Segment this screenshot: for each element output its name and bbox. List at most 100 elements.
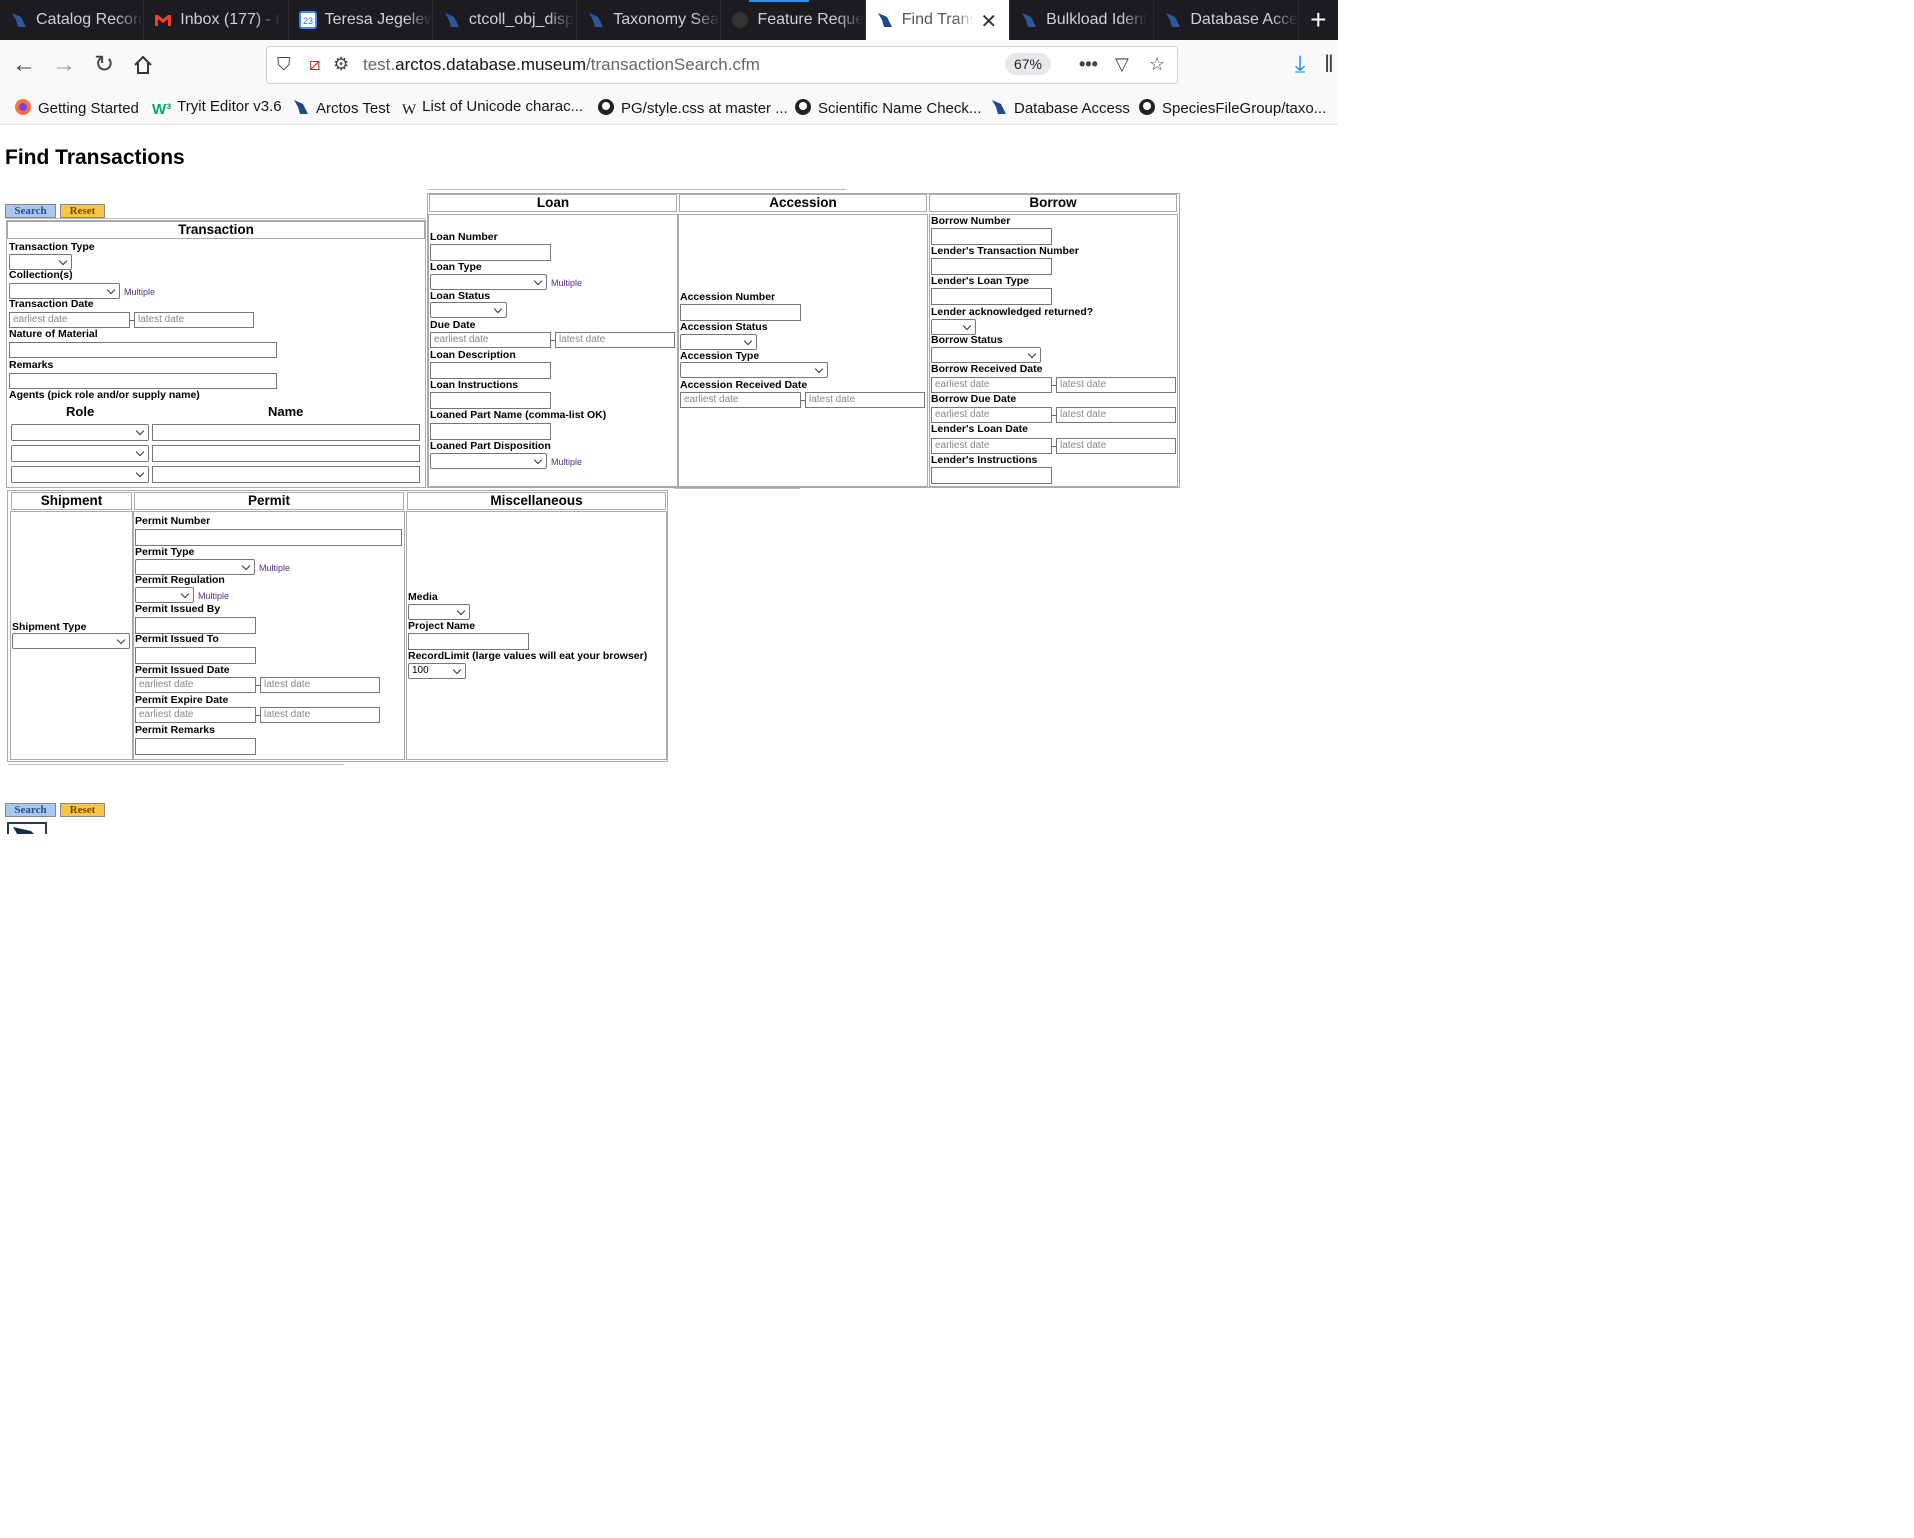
remarks-input[interactable] [9,373,277,389]
forward-button[interactable]: → [48,50,80,80]
bookmark-star-icon[interactable]: ☆ [1149,54,1165,75]
bookmark-getting-started[interactable]: Getting Started [14,98,139,117]
camera-blocked-icon[interactable]: ⧄ [309,54,320,75]
bookmark-tryit-editor[interactable]: W³ Tryit Editor v3.6 [152,98,282,119]
permit-issued-to-input[interactable] [135,647,256,664]
permit-regulation-multiple-link[interactable]: Multiple [198,591,229,601]
borrow-number-input[interactable] [931,228,1052,245]
permit-issued-by-input[interactable] [135,617,256,634]
tab-inbox[interactable]: Inbox (177) - t [144,0,289,40]
permit-type-multiple-link[interactable]: Multiple [259,563,290,573]
lender-transaction-number-input[interactable] [931,258,1052,275]
permit-expire-latest-input[interactable]: latest date [260,707,380,723]
permit-issued-latest-input[interactable]: latest date [260,677,380,693]
loaned-part-disposition-select[interactable] [430,453,547,469]
bookmark-pg-style[interactable]: PG/style.css at master ... [597,98,788,117]
github-icon [795,99,811,115]
lender-acknowledged-select[interactable] [931,319,976,335]
agent-name-input-3[interactable] [152,466,420,483]
bookmark-database-access[interactable]: Database Access [990,98,1130,117]
accession-status-select[interactable] [680,334,757,350]
borrow-due-latest-input[interactable]: latest date [1056,407,1176,423]
shield-icon[interactable]: ⛉ [277,54,291,75]
reset-button-top[interactable]: Reset [60,204,105,218]
bookmark-arctos-test[interactable]: Arctos Test [292,98,390,117]
tab-feature-request[interactable]: Feature Reque [721,0,866,40]
borrow-due-earliest-input[interactable]: earliest date [931,407,1052,423]
loan-instructions-input[interactable] [430,392,551,409]
loan-description-input[interactable] [430,362,551,379]
tab-calendar[interactable]: 23 Teresa Jegelew [289,0,433,40]
agent-role-select-1[interactable] [11,424,149,441]
borrow-received-latest-input[interactable]: latest date [1056,377,1176,393]
agent-role-select-2[interactable] [11,445,149,462]
media-select[interactable] [408,604,470,620]
more-actions-icon[interactable]: ••• [1079,54,1098,75]
lender-loan-type-input[interactable] [931,288,1052,305]
loan-status-select[interactable] [430,302,507,318]
search-button-bottom[interactable]: Search [5,803,56,817]
due-date-latest-input[interactable]: latest date [555,332,675,348]
project-name-input[interactable] [408,633,529,650]
transaction-type-select[interactable] [9,254,72,270]
address-bar[interactable]: ⛉ ⧄ ⚙ test.arctos.database.museum/transa… [266,46,1178,84]
pocket-icon[interactable]: ▽ [1115,54,1129,75]
permit-type-select[interactable] [135,559,255,575]
new-tab-button[interactable]: + [1299,0,1338,40]
reload-button[interactable]: ↻ [88,50,120,80]
borrow-header: Borrow [929,194,1177,212]
zoom-level-button[interactable]: 67% [1005,53,1051,75]
permit-remarks-input[interactable] [135,738,256,755]
borrow-status-select[interactable] [931,347,1041,363]
transaction-date-latest-input[interactable]: latest date [134,312,254,328]
accession-number-input[interactable] [680,304,801,321]
tab-ctcoll[interactable]: ctcoll_obj_disp [433,0,578,40]
search-button-top[interactable]: Search [5,204,56,218]
transaction-date-earliest-input[interactable]: earliest date [9,312,130,328]
arctos-logo-icon[interactable] [7,822,47,834]
downloads-button[interactable]: ⤓ [1284,50,1316,80]
bookmark-speciesfilegroup[interactable]: SpeciesFileGroup/taxo... [1138,98,1326,117]
url-text[interactable]: test.arctos.database.museum/transactionS… [363,55,760,75]
agent-name-input-2[interactable] [152,445,420,462]
collections-multiple-link[interactable]: Multiple [124,287,155,297]
permit-expire-earliest-input[interactable]: earliest date [135,707,256,723]
accession-received-latest-input[interactable]: latest date [805,392,925,408]
lender-loan-date-earliest-input[interactable]: earliest date [931,438,1052,454]
collections-select[interactable] [9,283,120,299]
loan-type-select[interactable] [430,274,547,290]
home-button[interactable] [127,50,159,80]
reset-button-bottom[interactable]: Reset [60,803,105,817]
shipment-type-select[interactable] [12,633,130,649]
permissions-icon[interactable]: ⚙ [333,54,349,75]
loaned-part-disposition-multiple-link[interactable]: Multiple [551,457,582,467]
tab-bulkload[interactable]: Bulkload Ident [1010,0,1155,40]
bookmark-scientific-name-check[interactable]: Scientific Name Check... [794,98,981,117]
accession-status-label: Accession Status [680,321,768,333]
record-limit-select[interactable]: 100 [408,663,466,679]
borrow-received-earliest-input[interactable]: earliest date [931,377,1052,393]
loan-number-input[interactable] [430,244,551,261]
lender-instructions-input[interactable] [931,467,1052,484]
lender-loan-date-latest-input[interactable]: latest date [1056,438,1176,454]
tab-taxonomy[interactable]: Taxonomy Sear [577,0,722,40]
agent-role-select-3[interactable] [11,466,149,483]
accession-type-select[interactable] [680,362,828,378]
bookmark-unicode-list[interactable]: W List of Unicode charac... [402,98,583,120]
loaned-part-name-input[interactable] [430,423,551,440]
loan-type-multiple-link[interactable]: Multiple [551,278,582,288]
github-icon [598,99,614,115]
tab-find-transactions[interactable]: Find Transa ✕ [865,0,1011,40]
tab-database-access[interactable]: Database Acce [1154,0,1299,40]
back-button[interactable]: ← [8,50,40,80]
library-button[interactable]: ‖ [1320,50,1338,80]
due-date-earliest-input[interactable]: earliest date [430,332,551,348]
agent-name-input-1[interactable] [152,424,420,441]
permit-number-input[interactable] [135,529,402,546]
nature-of-material-input[interactable] [9,342,277,358]
permit-issued-earliest-input[interactable]: earliest date [135,677,256,693]
permit-regulation-select[interactable] [135,587,194,603]
tab-catalog-record[interactable]: Catalog Record [0,0,145,40]
accession-received-earliest-input[interactable]: earliest date [680,392,801,408]
close-tab-icon[interactable]: ✕ [980,9,997,34]
